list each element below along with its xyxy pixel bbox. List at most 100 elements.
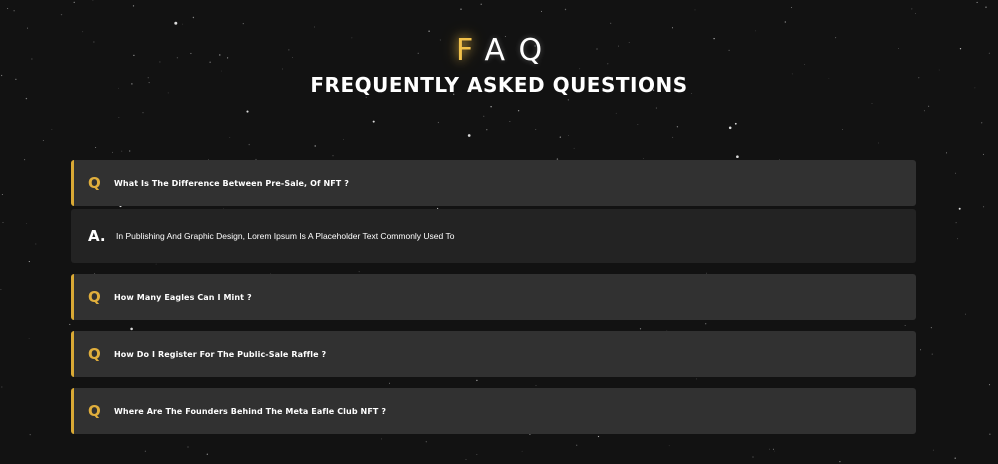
faq-question-4[interactable]: Q Where Are The Founders Behind The Meta… <box>71 388 916 434</box>
star <box>73 1 75 4</box>
star <box>28 261 30 263</box>
faq-answer-1: A. In Publishing And Graphic Design, Lor… <box>71 209 916 263</box>
star <box>920 349 922 351</box>
star <box>314 26 315 28</box>
question-marker: Q <box>88 174 101 192</box>
star <box>734 122 737 125</box>
star <box>752 456 754 458</box>
question-text: How Many Eagles Can I Mint ? <box>114 292 252 302</box>
star <box>27 27 28 29</box>
question-text: How Do I Register For The Public-Sale Ra… <box>114 349 327 359</box>
star <box>26 223 28 224</box>
faq-heading-glow-letter: F <box>455 33 485 68</box>
page-title: FREQUENTLY ASKED QUESTIONS <box>310 73 688 97</box>
star <box>568 135 569 136</box>
star <box>915 13 916 14</box>
answer-marker: A. <box>88 227 106 245</box>
star <box>965 313 966 315</box>
star <box>564 8 567 11</box>
star <box>769 448 770 450</box>
faq-question-1[interactable]: Q What Is The Difference Between Pre-Sal… <box>71 160 916 206</box>
star <box>465 459 467 460</box>
star <box>13 10 15 12</box>
star <box>672 136 674 138</box>
star <box>0 289 2 290</box>
star <box>945 152 948 154</box>
faq-question-3[interactable]: Q How Do I Register For The Public-Sale … <box>71 331 916 377</box>
star <box>342 139 344 140</box>
star <box>144 450 147 452</box>
star <box>911 8 913 10</box>
star <box>928 105 930 107</box>
star <box>576 444 578 446</box>
star <box>1 386 3 388</box>
star <box>517 110 520 112</box>
star <box>112 151 113 153</box>
star <box>490 106 492 108</box>
star <box>791 6 793 8</box>
star <box>878 142 879 144</box>
star <box>643 158 644 160</box>
star <box>957 238 959 240</box>
star <box>955 172 957 174</box>
star <box>671 27 674 29</box>
star <box>51 129 53 131</box>
star <box>784 21 786 23</box>
faq-heading: FAQ <box>14 32 998 70</box>
star <box>132 5 135 7</box>
star <box>174 21 178 25</box>
star <box>486 129 488 131</box>
star <box>615 112 617 114</box>
star <box>2 221 4 224</box>
star <box>676 126 679 128</box>
star <box>983 206 985 208</box>
question-marker: Q <box>88 402 101 420</box>
star <box>976 1 978 3</box>
star <box>28 338 30 339</box>
star <box>871 103 873 104</box>
star <box>95 146 97 149</box>
star <box>559 136 561 138</box>
star <box>655 107 657 109</box>
star <box>381 438 382 440</box>
star <box>988 384 991 386</box>
star <box>246 110 249 113</box>
star <box>728 126 732 130</box>
star <box>129 150 131 152</box>
star <box>118 117 120 118</box>
star <box>567 99 569 101</box>
star <box>668 445 670 447</box>
star <box>535 129 537 130</box>
star <box>981 122 983 124</box>
star <box>142 112 144 114</box>
star <box>372 120 375 123</box>
star <box>242 23 244 25</box>
star <box>7 7 9 9</box>
star <box>982 153 984 155</box>
star <box>931 353 933 355</box>
star <box>694 9 696 11</box>
star <box>1 193 3 196</box>
star <box>192 16 195 19</box>
star <box>772 448 774 450</box>
star <box>774 450 775 452</box>
star <box>841 129 843 130</box>
star <box>985 6 987 8</box>
star <box>332 155 334 157</box>
star <box>476 454 478 455</box>
star <box>736 155 739 159</box>
star <box>60 13 63 16</box>
faq-question-2[interactable]: Q How Many Eagles Can I Mint ? <box>71 274 916 320</box>
star <box>573 147 575 149</box>
star <box>29 434 31 436</box>
faq-list: Q What Is The Difference Between Pre-Sal… <box>71 160 916 434</box>
star <box>187 446 189 448</box>
star <box>923 110 925 112</box>
star <box>425 441 427 443</box>
star <box>930 327 932 329</box>
star <box>467 134 471 137</box>
star <box>540 10 543 12</box>
star <box>24 159 26 161</box>
star <box>42 139 44 141</box>
star <box>483 115 485 117</box>
